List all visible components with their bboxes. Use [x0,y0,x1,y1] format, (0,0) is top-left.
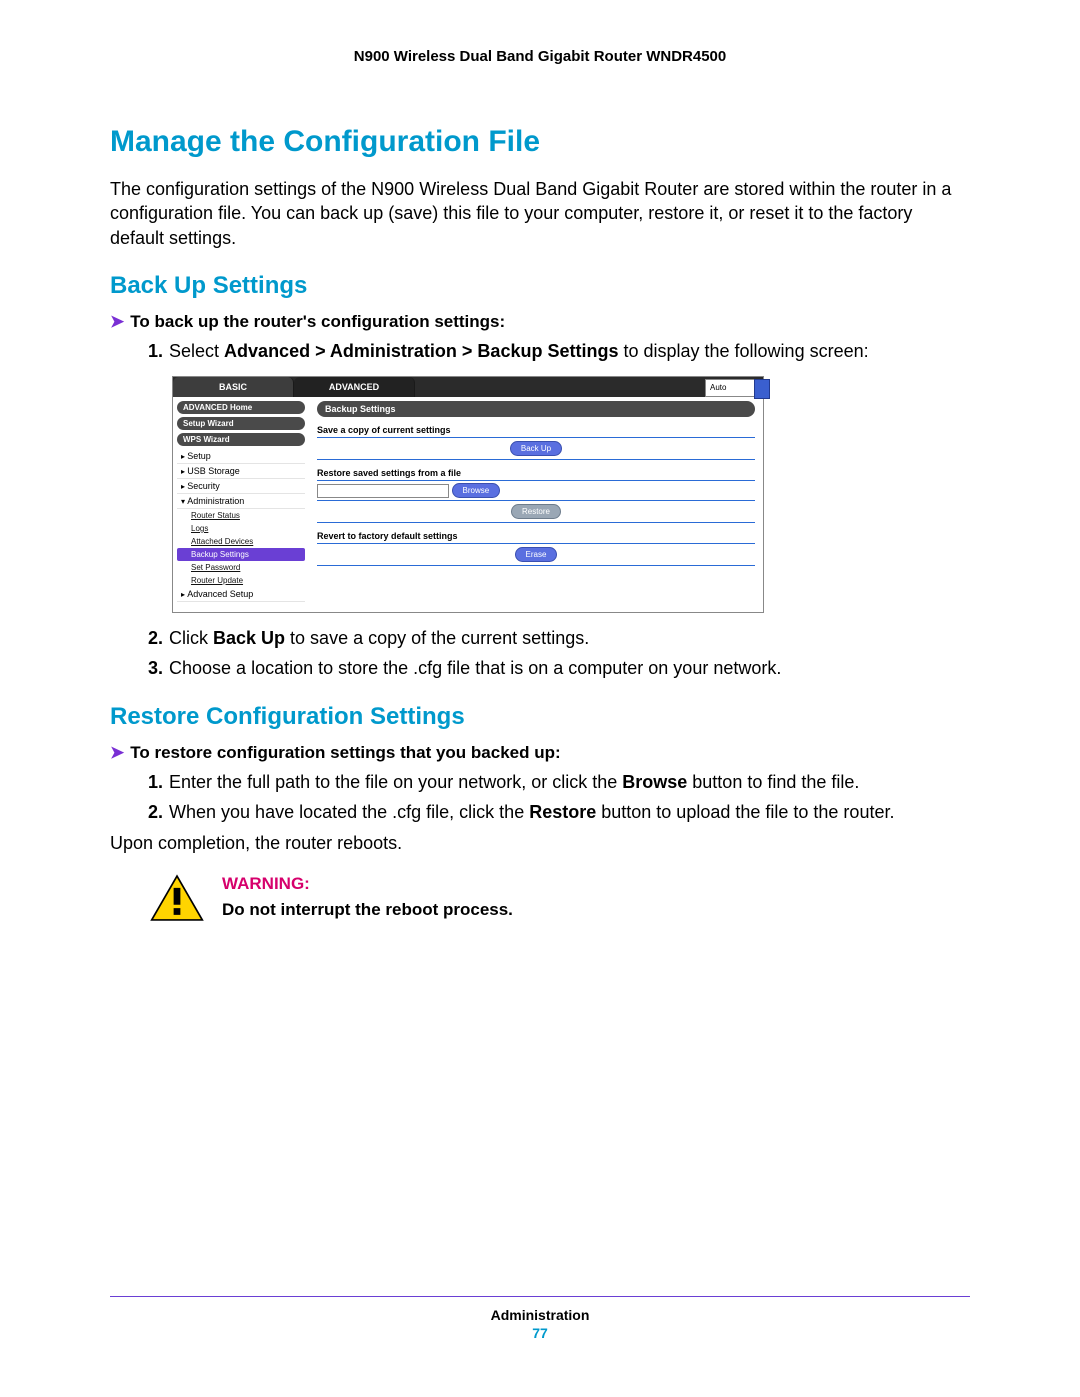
erase-button[interactable]: Erase [515,547,558,562]
browse-button[interactable]: Browse [452,483,501,498]
section-save-copy: Save a copy of current settings [317,423,755,438]
backup-step-2: 2.Click Back Up to save a copy of the cu… [172,625,970,651]
sidebar-sub-attached-devices[interactable]: Attached Devices [177,535,305,548]
heading-back-up-settings: Back Up Settings [110,272,970,300]
sidebar-item-administration[interactable]: Administration [177,494,305,509]
footer-page-number: 77 [110,1325,970,1341]
footer-section-name: Administration [110,1307,970,1323]
restore-step-1: 1.Enter the full path to the file on you… [172,769,970,795]
tab-basic[interactable]: BASIC [173,377,294,397]
sidebar-item-advanced-home[interactable]: ADVANCED Home [177,401,305,414]
section-restore-from-file: Restore saved settings from a file [317,466,755,481]
document-header: N900 Wireless Dual Band Gigabit Router W… [110,48,970,65]
restore-final-note: Upon completion, the router reboots. [110,831,970,855]
restore-button[interactable]: Restore [511,504,561,519]
sidebar-item-setup-wizard[interactable]: Setup Wizard [177,417,305,430]
sidebar-sub-router-update[interactable]: Router Update [177,574,305,587]
warning-body: Do not interrupt the reboot process. [222,900,513,920]
panel-title: Backup Settings [317,401,755,417]
sidebar-item-advanced-setup[interactable]: Advanced Setup [177,587,305,602]
arrow-icon: ➤ [110,312,124,331]
section-revert-factory: Revert to factory default settings [317,529,755,544]
backup-step-3: 3.Choose a location to store the .cfg fi… [172,655,970,681]
file-path-input[interactable] [317,484,449,498]
restore-step-2: 2.When you have located the .cfg file, c… [172,799,970,825]
warning-icon [150,874,204,927]
warning-block: WARNING: Do not interrupt the reboot pro… [150,874,970,927]
sidebar-item-wps-wizard[interactable]: WPS Wizard [177,433,305,446]
sidebar-sub-logs[interactable]: Logs [177,522,305,535]
warning-heading: WARNING: [222,874,513,894]
sidebar-sub-backup-settings[interactable]: Backup Settings [177,548,305,561]
arrow-icon: ➤ [110,743,124,762]
sidebar-item-security[interactable]: Security [177,479,305,494]
back-up-button[interactable]: Back Up [510,441,562,456]
backup-step-1: 1.Select Advanced > Administration > Bac… [172,338,970,364]
procedure-restore-head: ➤To restore configuration settings that … [110,743,970,763]
main-panel: Backup Settings Save a copy of current s… [309,397,763,612]
heading-manage-config: Manage the Configuration File [110,125,970,159]
language-dropdown[interactable]: Auto [705,379,757,397]
embedded-screenshot: BASIC ADVANCED Auto ADVANCED Home Setup … [172,376,764,613]
procedure-backup-head: ➤To back up the router's configuration s… [110,312,970,332]
page-footer: Administration 77 [110,1296,970,1341]
sidebar-sub-router-status[interactable]: Router Status [177,509,305,522]
sidebar-item-usb-storage[interactable]: USB Storage [177,464,305,479]
intro-paragraph: The configuration settings of the N900 W… [110,177,970,250]
sidebar-item-setup[interactable]: Setup [177,449,305,464]
sidebar-sub-set-password[interactable]: Set Password [177,561,305,574]
tab-advanced[interactable]: ADVANCED [294,377,415,397]
heading-restore-config: Restore Configuration Settings [110,703,970,731]
sidebar: ADVANCED Home Setup Wizard WPS Wizard Se… [173,397,309,612]
